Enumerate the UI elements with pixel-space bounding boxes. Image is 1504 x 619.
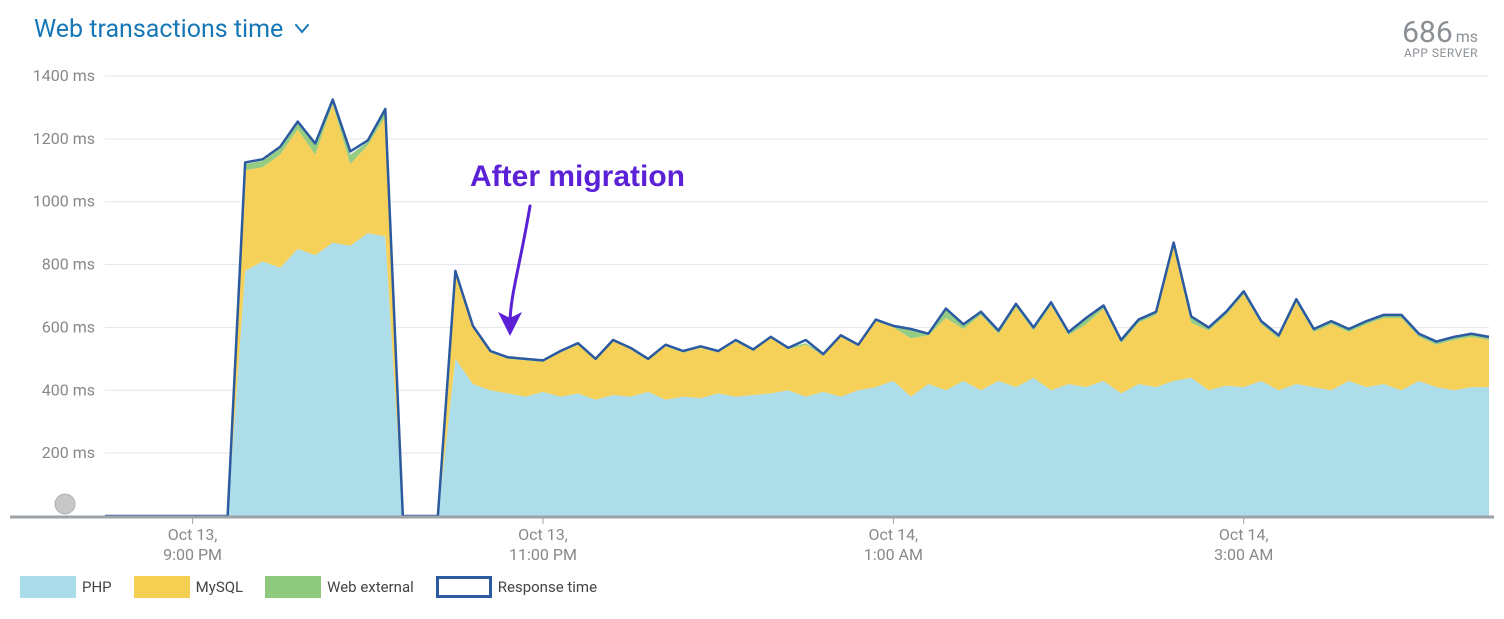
- chart-title-text: Web transactions time: [34, 15, 283, 44]
- svg-text:Oct 14,: Oct 14,: [1219, 525, 1269, 544]
- legend-swatch: [436, 576, 492, 598]
- metric-summary: 686ms APP SERVER: [1402, 15, 1486, 60]
- svg-text:1000 ms: 1000 ms: [33, 192, 95, 211]
- svg-text:11:00 PM: 11:00 PM: [509, 545, 577, 564]
- svg-text:600 ms: 600 ms: [42, 317, 95, 336]
- chart-legend: PHP MySQL Web external Response time: [20, 576, 1494, 598]
- metric-value: 686: [1402, 15, 1453, 50]
- legend-item-web-external[interactable]: Web external: [265, 576, 432, 598]
- legend-item-mysql[interactable]: MySQL: [134, 576, 262, 598]
- annotation-after-migration: After migration: [470, 160, 685, 324]
- svg-text:9:00 PM: 9:00 PM: [163, 545, 222, 564]
- legend-item-php[interactable]: PHP: [20, 576, 130, 598]
- chart-title-dropdown[interactable]: Web transactions time: [34, 15, 309, 44]
- legend-swatch: [134, 576, 190, 598]
- chevron-down-icon: [295, 22, 309, 38]
- legend-label: Web external: [327, 578, 432, 596]
- legend-label: Response time: [498, 578, 615, 596]
- legend-swatch: [265, 576, 321, 598]
- svg-text:Oct 13,: Oct 13,: [168, 525, 218, 544]
- metric-label: APP SERVER: [1402, 46, 1478, 60]
- svg-text:After migration: After migration: [470, 160, 685, 193]
- svg-text:800 ms: 800 ms: [42, 255, 95, 274]
- svg-text:400 ms: 400 ms: [42, 380, 95, 399]
- legend-swatch: [20, 576, 76, 598]
- area-chart: 200 ms 400 ms 600 ms 800 ms 1000 ms 1200 ms 14…: [10, 66, 1494, 566]
- legend-label: MySQL: [196, 578, 262, 596]
- scrubber-handle[interactable]: [55, 494, 75, 514]
- legend-label: PHP: [82, 578, 130, 596]
- svg-text:Oct 13,: Oct 13,: [518, 525, 568, 544]
- svg-text:Oct 14,: Oct 14,: [868, 525, 918, 544]
- svg-text:1400 ms: 1400 ms: [33, 66, 95, 85]
- svg-text:1200 ms: 1200 ms: [33, 129, 95, 148]
- svg-text:1:00 AM: 1:00 AM: [864, 545, 923, 564]
- legend-item-response-time[interactable]: Response time: [436, 576, 615, 598]
- svg-text:200 ms: 200 ms: [42, 443, 95, 462]
- svg-text:3:00 AM: 3:00 AM: [1214, 545, 1273, 564]
- metric-unit: ms: [1456, 27, 1478, 46]
